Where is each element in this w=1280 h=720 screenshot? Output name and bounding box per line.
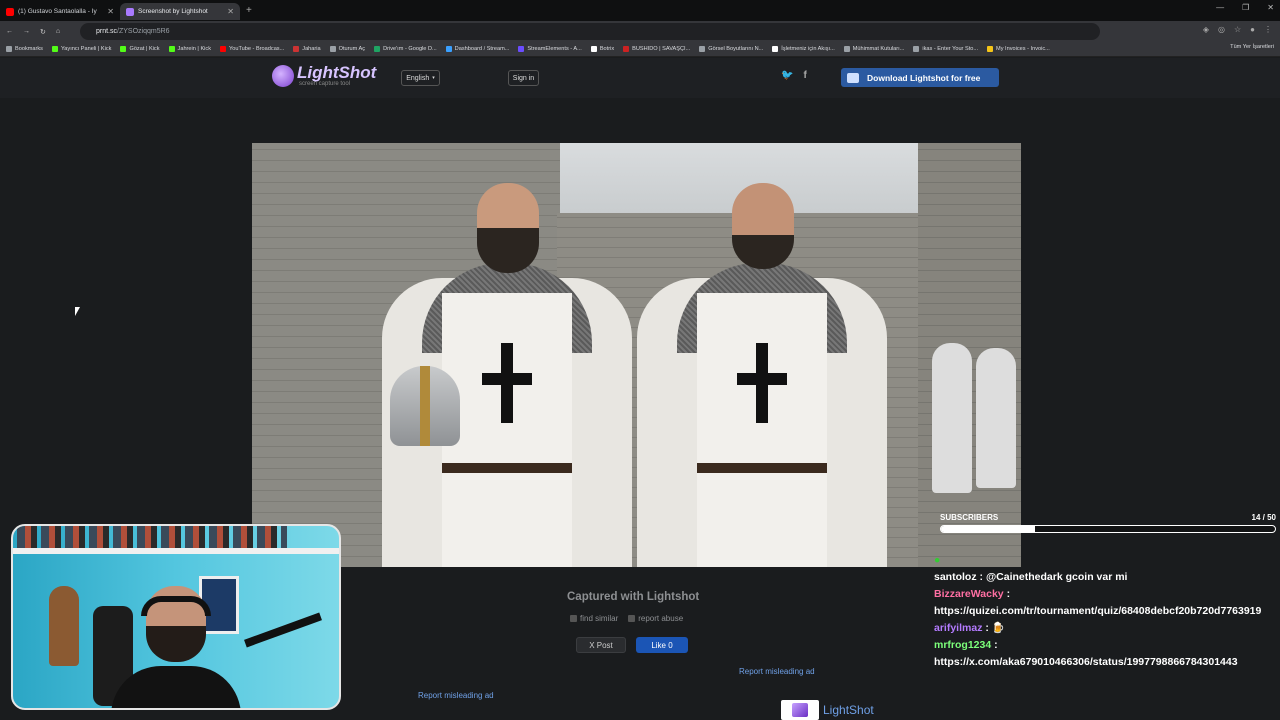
microphone-arm <box>244 612 322 648</box>
browser-tab-lightshot[interactable]: Screenshot by Lightshot ✕ <box>120 3 240 20</box>
bookmark-item[interactable]: BUSHIDO | SAVAŞÇI... <box>623 46 690 52</box>
bookmark-item[interactable]: ikas - Enter Your Sto... <box>913 46 978 52</box>
flag-icon <box>628 615 636 622</box>
chat-user: arifyilmaz <box>934 622 983 634</box>
bookmark-item[interactable]: Drive'ım - Google D... <box>374 46 437 52</box>
chat-text: https://quizei.com/tr/tournament/quiz/68… <box>934 605 1262 617</box>
chat-user: BizzareWacky <box>934 588 1004 600</box>
url-host: prnt.sc <box>96 28 118 35</box>
bookmark-item[interactable]: Jahrein | Kick <box>168 46 211 52</box>
facebook-icon[interactable]: f <box>803 70 806 81</box>
figurines-shelf <box>17 526 287 550</box>
bookmark-item[interactable]: My Invoices - Invoic... <box>987 46 1050 52</box>
report-ad-link[interactable]: Report misleading ad <box>418 691 494 700</box>
extension-icon[interactable]: ◈ <box>1203 25 1209 34</box>
bookmark-item[interactable]: Mühimmat Kutuları... <box>843 46 904 52</box>
chat-user: santoloz <box>934 571 977 583</box>
chat-text: https://x.com/aka679010466306/status/199… <box>934 656 1238 668</box>
download-icon <box>847 72 859 83</box>
bookmark-item[interactable]: Yayıncı Paneli | Kick <box>51 46 111 52</box>
report-ad-link[interactable]: Report misleading ad <box>739 667 815 676</box>
captured-label: Captured with Lightshot <box>567 591 700 603</box>
bookmark-item[interactable]: Dashboard / Stream... <box>445 46 509 52</box>
url-bar[interactable]: prnt.sc/ZYSOziqqm5R6 <box>80 23 1100 40</box>
extensions-area: ◈ ◎ ☆ ● ⋮ <box>1203 25 1272 34</box>
subs-progress-bar <box>940 525 1276 533</box>
chat-message: mrfrog1234 : <box>934 639 998 651</box>
search-icon <box>570 615 577 622</box>
webcam-overlay <box>11 524 341 710</box>
screenshot-image <box>252 143 1021 567</box>
browser-tabbar: (1) Gustavo Santaolalla - Iy ✕ Screensho… <box>0 0 1280 21</box>
mouse-cursor-icon <box>75 307 80 316</box>
browser-toolbar: ← → ↻ ⌂ prnt.sc/ZYSOziqqm5R6 ◈ ◎ ☆ ● ⋮ <box>0 21 1280 42</box>
subs-progress-fill <box>941 526 1035 532</box>
report-abuse-link[interactable]: report abuse <box>628 614 683 623</box>
menu-icon[interactable]: ⋮ <box>1264 25 1272 34</box>
image-actions: find similar report abuse <box>570 614 683 623</box>
bookmark-item[interactable]: Botrix <box>590 46 614 52</box>
window-controls: — ❐ ✕ <box>1216 3 1274 12</box>
lightshot-logo-icon <box>792 703 808 717</box>
lightshot-favicon-icon <box>126 7 134 16</box>
social-links: 🐦 f <box>781 70 807 81</box>
bookmark-item[interactable]: YouTube - Broadcas... <box>220 46 284 52</box>
subs-label: SUBSCRIBERS <box>940 513 999 522</box>
bookmark-item[interactable]: Oturum Aç <box>329 46 365 52</box>
logo-name: LightShot <box>297 63 377 82</box>
url-path: /ZYSOziqqm5R6 <box>117 28 170 35</box>
feather-icon <box>272 65 294 87</box>
streamer <box>101 586 251 708</box>
facebook-like-button[interactable]: Like 0 <box>636 637 688 653</box>
bookmark-item[interactable]: Gözat | Kick <box>120 46 160 52</box>
back-icon[interactable]: ← <box>6 28 13 35</box>
extension-icon[interactable]: ◎ <box>1218 25 1225 34</box>
tab-title: (1) Gustavo Santaolalla - Iy <box>18 8 97 15</box>
chat-overlay: ● santoloz : @Cainethedark gcoin var mi … <box>934 552 1274 671</box>
lightshot-header <box>0 58 1280 98</box>
find-similar-link[interactable]: find similar <box>570 614 618 623</box>
reload-icon[interactable]: ↻ <box>40 28 46 36</box>
language-select[interactable]: English ▾ <box>401 70 440 86</box>
twitter-icon[interactable]: 🐦 <box>781 70 793 81</box>
profile-avatar-icon[interactable]: ● <box>1250 25 1255 34</box>
minimize-icon[interactable]: — <box>1216 3 1224 12</box>
restore-icon[interactable]: ❐ <box>1242 3 1249 12</box>
emote-icon: ● <box>934 554 941 566</box>
subscribers-goal: SUBSCRIBERS 14 / 50 <box>940 513 1276 533</box>
download-button[interactable]: Download Lightshot for free <box>841 68 999 87</box>
beer-emote-icon: 🍺 <box>991 622 1005 634</box>
subs-count: 14 / 50 <box>1251 513 1276 522</box>
close-tab-icon[interactable]: ✕ <box>227 7 234 16</box>
chat-user: mrfrog1234 <box>934 639 992 651</box>
close-window-icon[interactable]: ✕ <box>1267 3 1274 12</box>
all-bookmarks-link[interactable]: Tüm Yer İşaretleri <box>1230 44 1274 50</box>
bookmark-item[interactable]: Görsel Boyutlarını N... <box>699 46 763 52</box>
chat-message: santoloz : @Cainethedark gcoin var mi <box>934 571 1128 583</box>
x-post-button[interactable]: X Post <box>576 637 626 653</box>
bookmark-item[interactable]: Jaharia <box>293 46 321 52</box>
lightshot-ad[interactable]: LightShot <box>781 700 874 720</box>
chevron-down-icon: ▾ <box>432 75 435 81</box>
chat-text: @Cainethedark gcoin var mi <box>985 571 1128 583</box>
tab-title: Screenshot by Lightshot <box>138 8 208 15</box>
bookmark-item[interactable]: StreamElements - A... <box>518 46 582 52</box>
chat-message: BizzareWacky : <box>934 588 1011 600</box>
bust-statue <box>49 586 79 666</box>
browser-tab-youtube[interactable]: (1) Gustavo Santaolalla - Iy ✕ <box>0 3 120 20</box>
bookmark-item[interactable]: İşletmeniz için Akışı... <box>772 46 835 52</box>
new-tab-button[interactable]: + <box>246 5 252 16</box>
bookmark-star-icon[interactable]: ☆ <box>1234 25 1241 34</box>
chat-message: arifyilmaz : 🍺 <box>934 622 1005 634</box>
youtube-favicon-icon <box>6 7 14 16</box>
bookmarks-bar: Bookmarks Yayıncı Paneli | Kick Gözat | … <box>0 42 1280 57</box>
close-tab-icon[interactable]: ✕ <box>107 7 114 16</box>
forward-icon[interactable]: → <box>23 28 30 35</box>
lightshot-logo[interactable]: LightShot screen capture tool <box>272 63 377 87</box>
signin-button[interactable]: Sign in <box>508 70 539 86</box>
chat-message: ● <box>934 552 1274 569</box>
bookmark-item[interactable]: Bookmarks <box>6 46 43 52</box>
home-icon[interactable]: ⌂ <box>56 28 60 35</box>
knight-figure <box>637 183 887 567</box>
